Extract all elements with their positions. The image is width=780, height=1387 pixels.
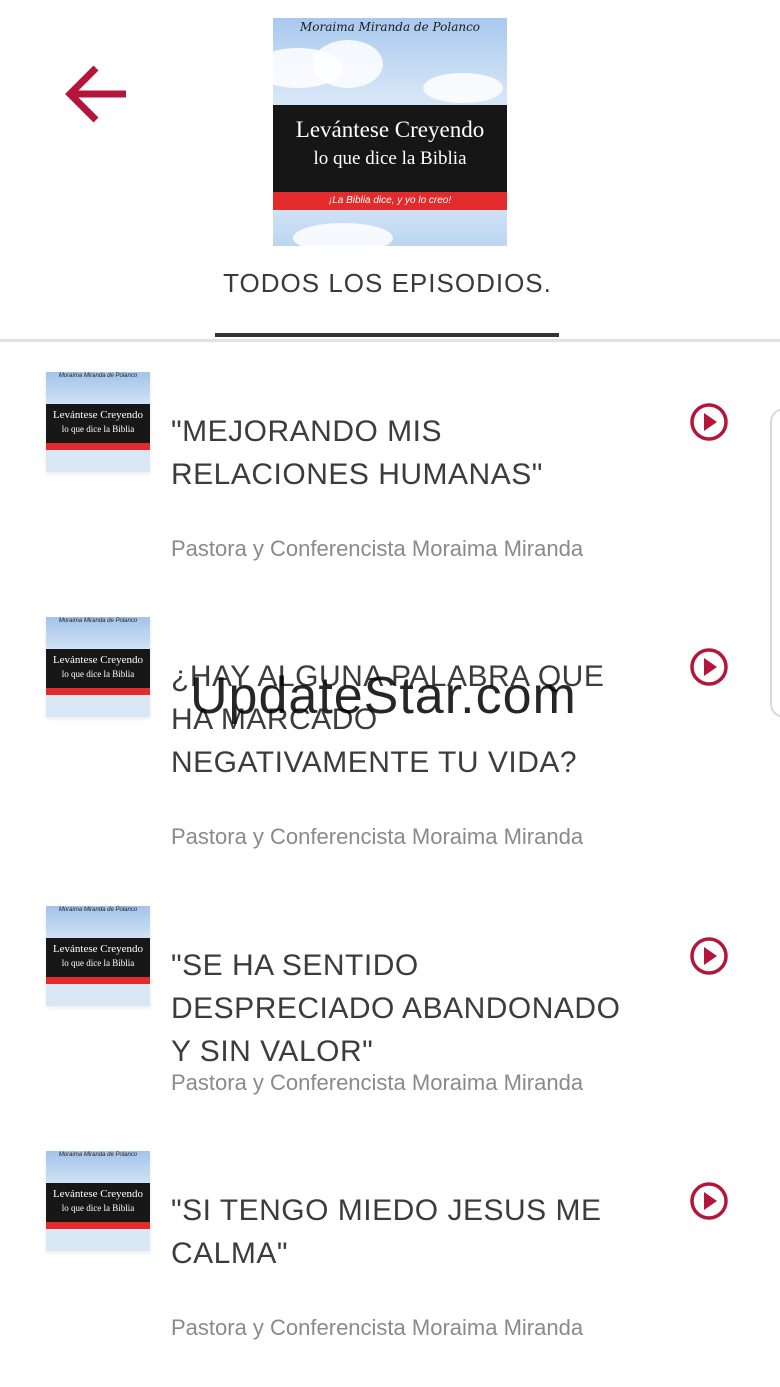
thumb-author: Moraima Miranda de Polanco <box>58 907 138 913</box>
cover-title-line1: Levántese Creyendo <box>295 117 485 142</box>
tab-all-episodes[interactable]: TODOS LOS EPISODIOS. <box>215 268 560 299</box>
watermark-text: UpdateStar.com <box>190 667 577 725</box>
episode-thumbnail: Moraima Miranda de Polanco Levántese Cre… <box>46 372 150 472</box>
thumb-line2: lo que dice la Biblia <box>61 424 135 434</box>
play-icon[interactable] <box>689 647 729 687</box>
episode-item[interactable]: Moraima Miranda de Polanco Levántese Cre… <box>0 1151 780 1351</box>
back-button[interactable] <box>60 60 132 128</box>
episode-thumbnail: Moraima Miranda de Polanco Levántese Cre… <box>46 906 150 1006</box>
play-icon[interactable] <box>689 402 729 442</box>
arrow-left-icon <box>65 65 126 123</box>
thumb-red-stripe <box>46 688 150 695</box>
thumb-line1: Levántese Creyendo <box>52 1188 144 1200</box>
thumb-red-stripe <box>46 443 150 450</box>
episode-item[interactable]: Moraima Miranda de Polanco Levántese Cre… <box>0 372 780 572</box>
thumb-author: Moraima Miranda de Polanco <box>58 1152 138 1158</box>
thumb-line1: Levántese Creyendo <box>52 943 144 955</box>
thumb-band: Levántese Creyendo lo que dice la Biblia <box>46 404 150 444</box>
episode-item[interactable]: Moraima Miranda de Polanco Levántese Cre… <box>0 906 780 1106</box>
episode-thumbnail: Moraima Miranda de Polanco Levántese Cre… <box>46 617 150 717</box>
thumb-line2: lo que dice la Biblia <box>61 958 135 968</box>
thumb-band: Levántese Creyendo lo que dice la Biblia <box>46 649 150 689</box>
thumb-line2: lo que dice la Biblia <box>61 669 135 679</box>
tab-active-indicator <box>215 333 559 337</box>
episode-author: Pastora y Conferencista Moraima Miranda <box>171 1070 584 1095</box>
thumb-red-stripe <box>46 1222 150 1229</box>
episode-title: "SI TENGO MIEDO JESUS ME CALMA" <box>171 1194 602 1270</box>
play-icon[interactable] <box>689 1181 729 1221</box>
podcast-header: Moraima Miranda de Polanco Levántese Cre… <box>0 0 780 342</box>
cover-author: Moraima Miranda de Polanco <box>299 20 481 34</box>
episode-item[interactable]: Moraima Miranda de Polanco Levántese Cre… <box>0 617 780 857</box>
tab-divider <box>0 339 780 342</box>
thumb-red-stripe <box>46 977 150 984</box>
podcast-cover: Moraima Miranda de Polanco Levántese Cre… <box>273 18 507 246</box>
thumb-band: Levántese Creyendo lo que dice la Biblia <box>46 1183 150 1223</box>
cover-title-line2: lo que dice la Biblia <box>313 148 467 169</box>
episode-title: "SE HA SENTIDO DESPRECIADO ABANDONADO Y … <box>171 949 621 1068</box>
thumb-author: Moraima Miranda de Polanco <box>58 618 138 624</box>
episode-title: "MEJORANDO MIS RELACIONES HUMANAS" <box>171 415 543 491</box>
episode-thumbnail: Moraima Miranda de Polanco Levántese Cre… <box>46 1151 150 1251</box>
cover-title-band: Levántese Creyendo lo que dice la Biblia <box>273 105 507 193</box>
play-icon[interactable] <box>689 936 729 976</box>
episode-author: Pastora y Conferencista Moraima Miranda <box>171 824 584 849</box>
thumb-band: Levántese Creyendo lo que dice la Biblia <box>46 938 150 978</box>
thumb-line2: lo que dice la Biblia <box>61 1203 135 1213</box>
thumb-line1: Levántese Creyendo <box>52 409 144 421</box>
thumb-author: Moraima Miranda de Polanco <box>58 373 138 379</box>
thumb-line1: Levántese Creyendo <box>52 654 144 666</box>
episode-author: Pastora y Conferencista Moraima Miranda <box>171 1315 584 1340</box>
cover-tagline: ¡La Biblia dice, y yo lo creo! <box>273 192 507 210</box>
episode-author: Pastora y Conferencista Moraima Miranda <box>171 536 584 561</box>
